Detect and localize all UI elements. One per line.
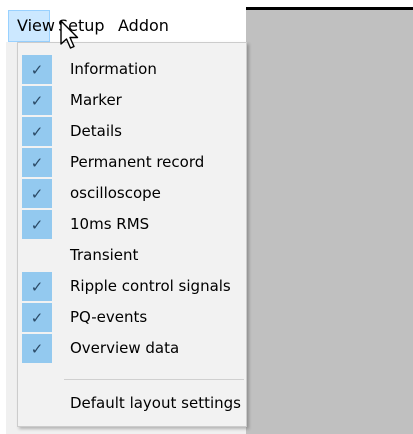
menu-view[interactable]: View bbox=[8, 10, 55, 42]
menu-item-label: Details bbox=[70, 122, 123, 140]
menu-item-ripple-control-signals[interactable]: ✓ Ripple control signals bbox=[18, 271, 246, 302]
menu-item-10ms-rms[interactable]: ✓ 10ms RMS bbox=[18, 209, 246, 240]
checkmark-icon: ✓ bbox=[22, 272, 52, 301]
menu-item-label: Permanent record bbox=[70, 153, 205, 171]
menu-addon-label: Addon bbox=[118, 16, 169, 35]
checkmark-icon: ✓ bbox=[22, 86, 52, 115]
menu-item-transient[interactable]: Transient bbox=[18, 240, 246, 271]
menu-item-information[interactable]: ✓ Information bbox=[18, 54, 246, 85]
checkmark-icon: ✓ bbox=[22, 179, 52, 208]
checkmark-icon: ✓ bbox=[22, 334, 52, 363]
checkmark-icon: ✓ bbox=[22, 148, 52, 177]
checkmark-icon: ✓ bbox=[22, 303, 52, 332]
menu-item-label: PQ-events bbox=[70, 308, 148, 326]
menu-item-pq-events[interactable]: ✓ PQ-events bbox=[18, 302, 246, 333]
menu-item-label: Information bbox=[70, 60, 157, 78]
checkmark-icon: ✓ bbox=[22, 117, 52, 146]
view-menu-dropdown: ✓ Information ✓ Marker ✓ Details ✓ Perma… bbox=[17, 42, 247, 427]
menu-item-label: oscilloscope bbox=[70, 184, 161, 202]
menu-separator bbox=[64, 379, 244, 380]
menu-item-permanent-record[interactable]: ✓ Permanent record bbox=[18, 147, 246, 178]
mouse-pointer-icon bbox=[60, 20, 79, 49]
menu-item-label: Default layout settings bbox=[70, 394, 241, 412]
menu-item-label: Marker bbox=[70, 91, 122, 109]
menu-item-label: 10ms RMS bbox=[70, 215, 150, 233]
menu-item-label: Overview data bbox=[70, 339, 180, 357]
menu-item-details[interactable]: ✓ Details bbox=[18, 116, 246, 147]
checkmark-icon: ✓ bbox=[22, 55, 52, 84]
menu-item-label: Ripple control signals bbox=[70, 277, 231, 295]
menu-item-overview-data[interactable]: ✓ Overview data bbox=[18, 333, 246, 364]
menu-item-label: Transient bbox=[70, 246, 139, 264]
checkmark-icon: ✓ bbox=[22, 210, 52, 239]
menu-item-default-layout-settings[interactable]: Default layout settings bbox=[18, 388, 246, 419]
menu-item-oscilloscope[interactable]: ✓ oscilloscope bbox=[18, 178, 246, 209]
menu-item-marker[interactable]: ✓ Marker bbox=[18, 85, 246, 116]
menubar: View Setup Addon bbox=[6, 10, 246, 42]
menu-addon[interactable]: Addon bbox=[110, 10, 177, 42]
background-area bbox=[246, 10, 413, 434]
